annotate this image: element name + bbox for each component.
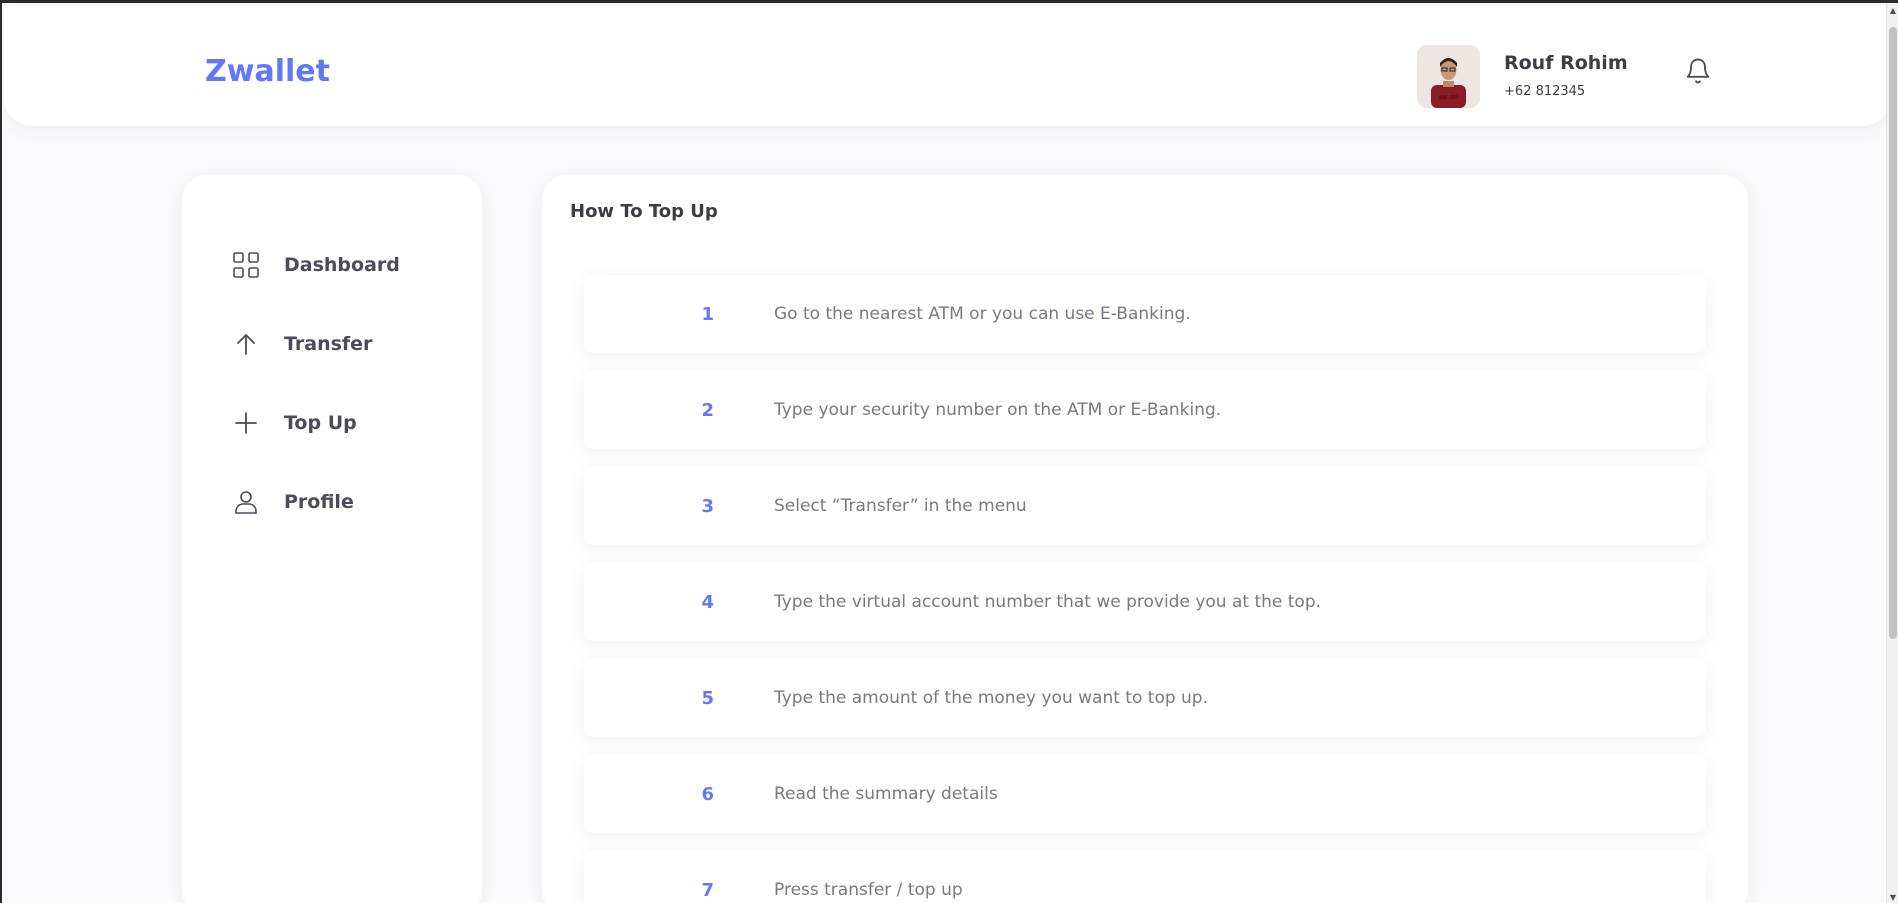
sidebar-item-label: Top Up [284, 412, 357, 434]
step-number: 3 [701, 495, 714, 517]
list-item: 1 Go to the nearest ATM or you can use E… [584, 275, 1706, 353]
step-number: 4 [701, 591, 714, 613]
grid-icon [232, 251, 260, 279]
sidebar-item-label: Dashboard [284, 254, 400, 276]
sidebar-item-label: Profile [284, 491, 354, 513]
step-number: 1 [701, 303, 714, 325]
step-text: Select “Transfer” in the menu [774, 496, 1027, 516]
sidebar-item-dashboard[interactable]: Dashboard [232, 249, 400, 281]
top-header: Zwallet Rouf Rohim +62 812345 [4, 6, 1890, 126]
step-number: 2 [701, 399, 714, 421]
scroll-down-arrow-icon[interactable]: ▼ [1889, 893, 1897, 903]
step-text: Go to the nearest ATM or you can use E-B… [774, 304, 1191, 324]
list-item: 3 Select “Transfer” in the menu [584, 467, 1706, 545]
scroll-up-arrow-icon[interactable]: ▲ [1889, 6, 1897, 16]
sidebar-item-label: Transfer [284, 333, 373, 355]
step-text: Type the virtual account number that we … [774, 592, 1322, 612]
main-panel: How To Top Up 1 Go to the nearest ATM or… [542, 175, 1748, 903]
step-text: Type your security number on the ATM or … [774, 400, 1222, 420]
plus-icon [232, 409, 260, 437]
user-phone: +62 812345 [1504, 84, 1586, 99]
scroll-thumb[interactable] [1889, 27, 1897, 639]
user-name[interactable]: Rouf Rohim [1504, 52, 1628, 74]
step-number: 7 [701, 879, 714, 901]
sidebar-item-top-up[interactable]: Top Up [232, 407, 357, 439]
step-number: 5 [701, 687, 714, 709]
list-item: 7 Press transfer / top up [584, 851, 1706, 903]
bell-icon[interactable] [1684, 56, 1712, 86]
list-item: 2 Type your security number on the ATM o… [584, 371, 1706, 449]
list-item: 6 Read the summary details [584, 755, 1706, 833]
step-text: Press transfer / top up [774, 880, 963, 900]
page-scrollbar[interactable]: ▲ ▼ [1886, 3, 1898, 903]
arrow-up-icon [232, 330, 260, 358]
avatar-photo [1417, 45, 1480, 108]
avatar[interactable] [1417, 45, 1480, 108]
list-item: 5 Type the amount of the money you want … [584, 659, 1706, 737]
user-icon [232, 488, 260, 516]
sidebar: Dashboard Transfer Top Up Profile [182, 175, 482, 903]
sidebar-item-profile[interactable]: Profile [232, 486, 354, 518]
sidebar-item-transfer[interactable]: Transfer [232, 328, 372, 360]
step-text: Read the summary details [774, 784, 998, 804]
brand-logo[interactable]: Zwallet [205, 54, 330, 89]
step-text: Type the amount of the money you want to… [774, 688, 1209, 708]
step-number: 6 [701, 783, 714, 805]
page-title: How To Top Up [570, 201, 718, 222]
list-item: 4 Type the virtual account number that w… [584, 563, 1706, 641]
